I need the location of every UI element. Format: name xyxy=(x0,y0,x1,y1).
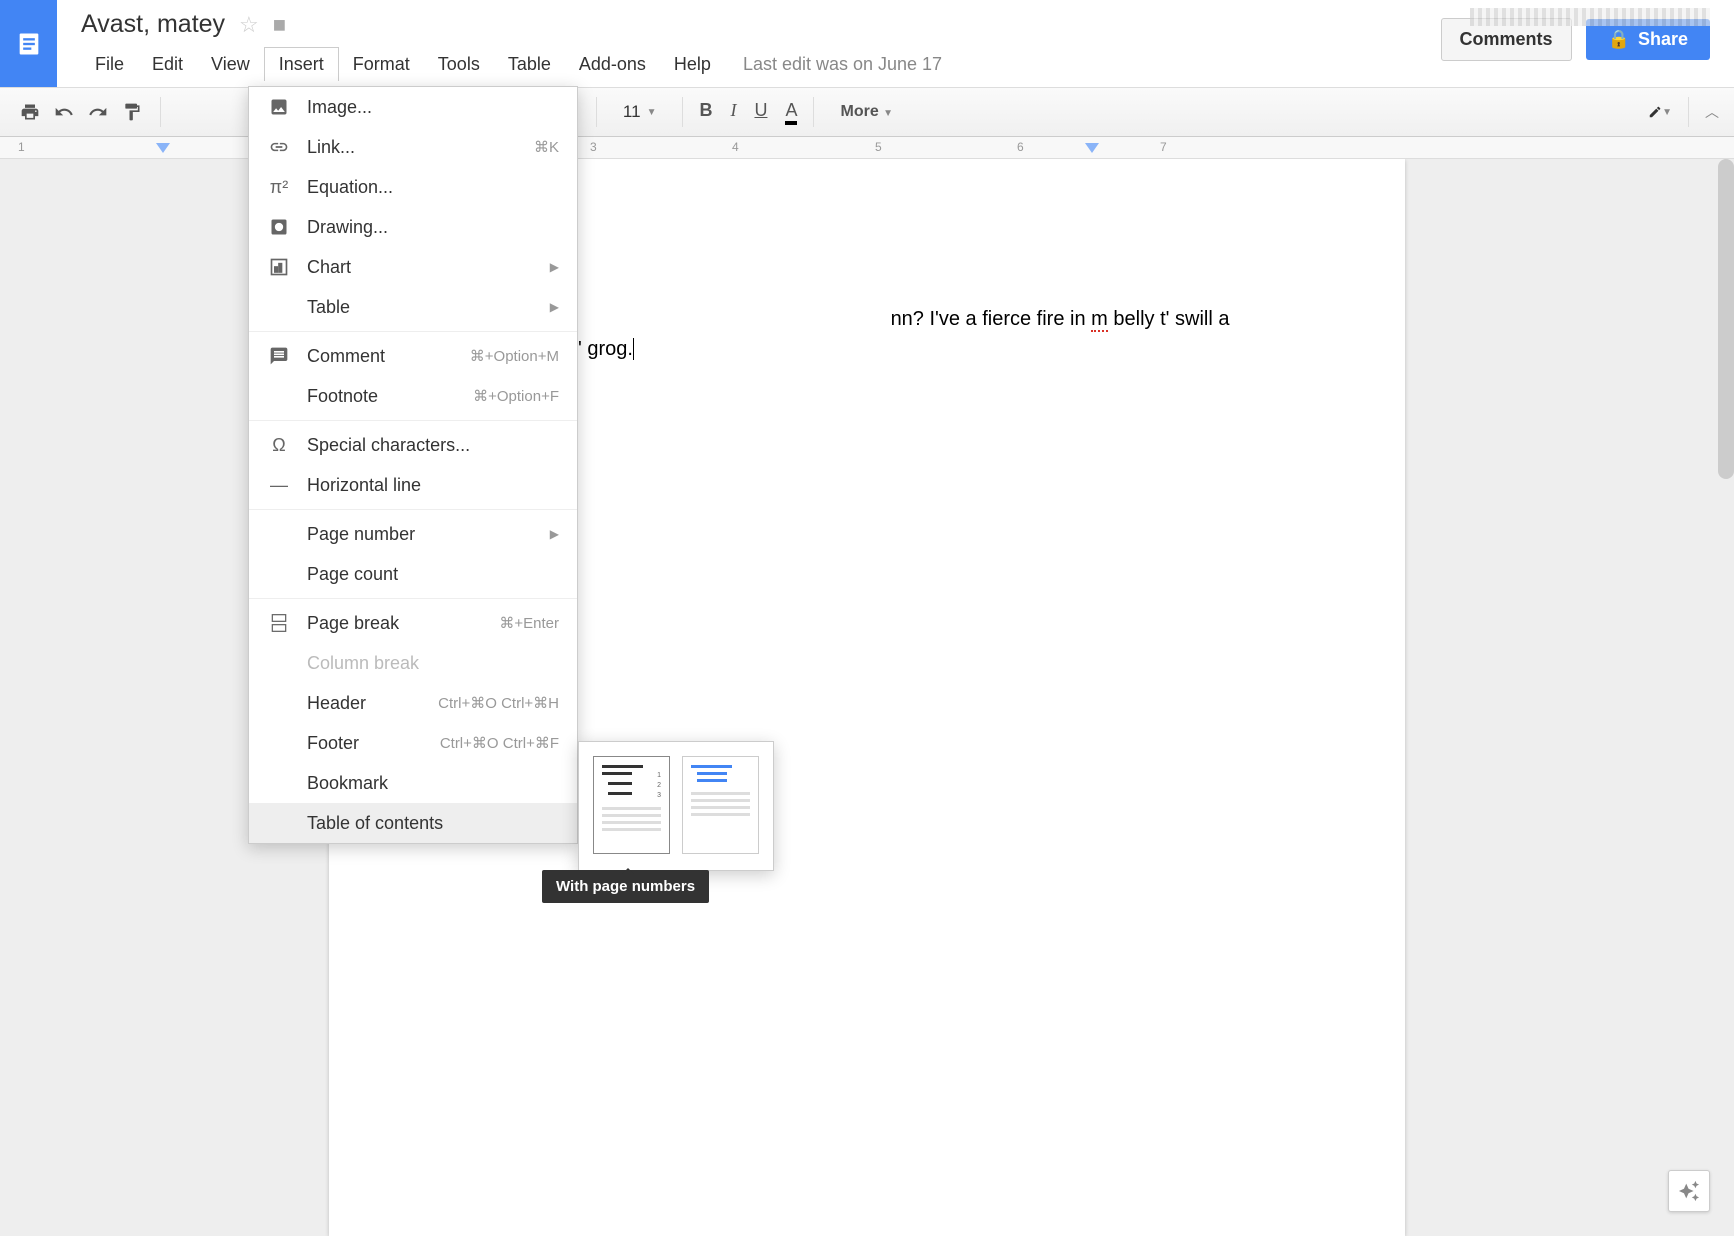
lock-icon: 🔒 xyxy=(1608,29,1630,50)
insert-page-break[interactable]: Page break ⌘+Enter xyxy=(249,603,577,643)
menu-tools[interactable]: Tools xyxy=(424,48,494,81)
text-cursor xyxy=(633,338,634,360)
blurred-account-info xyxy=(1470,8,1710,26)
collapse-icon[interactable]: ︿ xyxy=(1705,102,1716,122)
header: Avast, matey ☆ ■ File Edit View Insert F… xyxy=(0,0,1734,87)
indent-marker-right[interactable] xyxy=(1085,143,1099,155)
menubar: File Edit View Insert Format Tools Table… xyxy=(81,47,1441,81)
bold-icon[interactable]: B xyxy=(699,100,712,125)
insert-header[interactable]: Header Ctrl+⌘O Ctrl+⌘H xyxy=(249,683,577,723)
indent-marker-left[interactable] xyxy=(156,143,170,155)
ruler-mark: 6 xyxy=(1017,140,1024,154)
insert-link[interactable]: Link... ⌘K xyxy=(249,127,577,167)
undo-icon[interactable] xyxy=(52,100,76,124)
star-icon[interactable]: ☆ xyxy=(239,12,259,38)
menu-view[interactable]: View xyxy=(197,48,264,81)
toc-submenu: 1 2 3 xyxy=(578,741,774,871)
underline-icon[interactable]: U xyxy=(754,100,767,125)
insert-footnote[interactable]: Footnote ⌘+Option+F xyxy=(249,376,577,416)
menu-insert[interactable]: Insert xyxy=(264,47,339,81)
insert-horizontal-line[interactable]: — Horizontal line xyxy=(249,465,577,505)
insert-page-count[interactable]: Page count xyxy=(249,554,577,594)
chart-icon xyxy=(267,255,291,279)
drawing-icon xyxy=(267,215,291,239)
explore-button[interactable] xyxy=(1668,1170,1710,1212)
omega-icon: Ω xyxy=(267,433,291,457)
insert-bookmark[interactable]: Bookmark xyxy=(249,763,577,803)
insert-footer[interactable]: Footer Ctrl+⌘O Ctrl+⌘F xyxy=(249,723,577,763)
insert-chart[interactable]: Chart ▶ xyxy=(249,247,577,287)
chevron-right-icon: ▶ xyxy=(550,300,559,314)
menu-table[interactable]: Table xyxy=(494,48,565,81)
insert-column-break: Column break xyxy=(249,643,577,683)
chevron-right-icon: ▶ xyxy=(550,260,559,274)
document-title[interactable]: Avast, matey xyxy=(81,10,225,39)
ruler-mark: 7 xyxy=(1160,140,1167,154)
insert-dropdown: Image... Link... ⌘K π² Equation... Drawi… xyxy=(248,86,578,844)
comment-icon xyxy=(267,344,291,368)
insert-table[interactable]: Table ▶ xyxy=(249,287,577,327)
menu-edit[interactable]: Edit xyxy=(138,48,197,81)
print-icon[interactable] xyxy=(18,100,42,124)
insert-drawing[interactable]: Drawing... xyxy=(249,207,577,247)
equation-icon: π² xyxy=(267,175,291,199)
insert-special-characters[interactable]: Ω Special characters... xyxy=(249,425,577,465)
menu-help[interactable]: Help xyxy=(660,48,725,81)
line-icon: — xyxy=(267,473,291,497)
toc-with-links[interactable] xyxy=(682,756,759,854)
share-label: Share xyxy=(1638,29,1688,50)
paint-format-icon[interactable] xyxy=(120,100,144,124)
edit-mode-icon[interactable]: ▼ xyxy=(1648,100,1672,124)
ruler-mark: 3 xyxy=(590,140,597,154)
insert-comment[interactable]: Comment ⌘+Option+M xyxy=(249,336,577,376)
page-break-icon xyxy=(267,611,291,635)
scrollbar[interactable] xyxy=(1718,159,1734,479)
ruler-mark: 5 xyxy=(875,140,882,154)
font-size-dropdown[interactable]: 11 ▼ xyxy=(613,102,667,122)
menu-addons[interactable]: Add-ons xyxy=(565,48,660,81)
app-icon[interactable] xyxy=(0,0,57,87)
folder-icon[interactable]: ■ xyxy=(273,12,286,38)
document-text[interactable]: Avast, mann? I've a fierce fire in m bel… xyxy=(469,304,1265,364)
misspelled-word[interactable]: m xyxy=(1091,308,1108,332)
toc-with-page-numbers[interactable]: 1 2 3 xyxy=(593,756,670,854)
header-main: Avast, matey ☆ ■ File Edit View Insert F… xyxy=(57,0,1441,81)
text-fragment: nn? I've a fierce fire in xyxy=(891,308,1092,330)
last-edit-text[interactable]: Last edit was on June 17 xyxy=(743,54,942,75)
ruler-mark: 4 xyxy=(732,140,739,154)
text-color-icon[interactable]: A xyxy=(785,100,797,125)
menu-format[interactable]: Format xyxy=(339,48,424,81)
insert-image[interactable]: Image... xyxy=(249,87,577,127)
menu-file[interactable]: File xyxy=(81,48,138,81)
link-icon xyxy=(267,135,291,159)
redo-icon[interactable] xyxy=(86,100,110,124)
insert-equation[interactable]: π² Equation... xyxy=(249,167,577,207)
chevron-right-icon: ▶ xyxy=(550,527,559,541)
text-fragment: belly t' swill a pint or two o' grog. xyxy=(469,308,1229,360)
tooltip: With page numbers xyxy=(542,870,709,903)
ruler-mark: 1 xyxy=(18,140,25,154)
more-button[interactable]: More ▼ xyxy=(830,103,903,121)
image-icon xyxy=(267,95,291,119)
insert-page-number[interactable]: Page number ▶ xyxy=(249,514,577,554)
italic-icon[interactable]: I xyxy=(730,100,736,125)
insert-toc[interactable]: Table of contents xyxy=(249,803,577,843)
